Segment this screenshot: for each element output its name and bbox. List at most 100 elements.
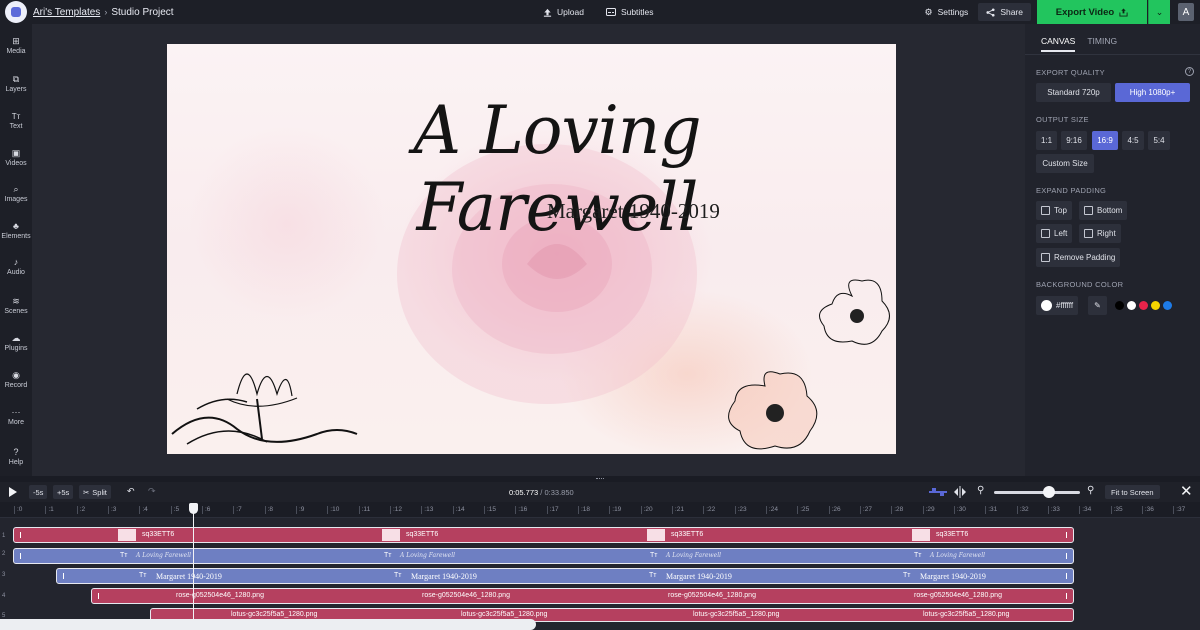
ruler-tick: :4: [139, 506, 148, 514]
text-type-icon: Tт: [120, 552, 128, 559]
panel-tabs: CANVAS TIMING: [1025, 24, 1200, 52]
clip-trim-handle[interactable]: [1066, 553, 1067, 559]
clip-trim-handle[interactable]: [1066, 573, 1067, 579]
breadcrumb: Ari's Templates › Studio Project: [33, 7, 174, 18]
tab-canvas[interactable]: CANVAS: [1041, 36, 1076, 52]
swatch-white[interactable]: [1127, 301, 1136, 310]
canvas-subtitle[interactable]: Margaret 1940-2019: [547, 199, 720, 224]
sidebar-item-videos[interactable]: ▣ Videos: [0, 148, 32, 168]
padding-right-checkbox[interactable]: Right: [1079, 224, 1121, 243]
ruler-tick: :10: [327, 506, 339, 514]
clip-title-text[interactable]: Tт A Loving Farewell Tт A Loving Farewel…: [13, 548, 1074, 564]
export-options-button[interactable]: ⌄: [1148, 0, 1170, 24]
sidebar-item-images[interactable]: ⌕ Images: [0, 183, 32, 204]
clip-trim-handle[interactable]: [20, 553, 21, 559]
clip-label: lotus-gc3c25f5a5_1280.png: [231, 611, 318, 618]
project-name[interactable]: Studio Project: [111, 7, 173, 18]
play-button[interactable]: [8, 486, 18, 500]
split-view-icon[interactable]: [953, 486, 967, 500]
sidebar-item-media[interactable]: ⊞ Media: [0, 35, 32, 56]
clip-trim-handle[interactable]: [20, 532, 21, 538]
upload-button[interactable]: Upload: [543, 7, 584, 17]
horizontal-scrollbar[interactable]: [0, 619, 536, 630]
clip-background-video[interactable]: sq33ETT6 sq33ETT6 sq33ETT6 sq33ETT6: [13, 527, 1074, 543]
share-button[interactable]: Share: [978, 3, 1031, 21]
images-icon: ⌕: [13, 183, 19, 194]
split-button[interactable]: ✂ Split: [79, 485, 111, 499]
layers-icon: ⧉: [12, 73, 20, 84]
ruler-tick: :31: [985, 506, 997, 514]
flower-line-art-bottom[interactable]: [715, 366, 830, 454]
clip-trim-handle[interactable]: [1066, 532, 1067, 538]
sidebar-item-text[interactable]: Tт Text: [0, 111, 32, 131]
quality-high-button[interactable]: High 1080p+: [1115, 83, 1190, 102]
breadcrumb-link[interactable]: Ari's Templates: [33, 7, 100, 18]
magnet-snap-icon[interactable]: [929, 487, 947, 499]
settings-button[interactable]: ⚙ Settings: [917, 7, 977, 18]
sidebar-item-elements[interactable]: ♣ Elements: [0, 221, 32, 240]
help-circle-icon[interactable]: ?: [1185, 67, 1194, 76]
zoom-out-icon[interactable]: ⚲: [977, 485, 984, 496]
clip-subtitle-text[interactable]: Tт Margaret 1940-2019 Tт Margaret 1940-2…: [56, 568, 1074, 584]
subtitles-button[interactable]: Subtitles: [605, 7, 654, 17]
ruler-tick: :8: [264, 506, 273, 514]
undo-icon[interactable]: ↶: [127, 486, 135, 497]
sidebar-item-layers[interactable]: ⧉ Layers: [0, 73, 32, 94]
swatch-yellow[interactable]: [1151, 301, 1160, 310]
text-type-icon: Tт: [139, 572, 147, 579]
playhead-handle[interactable]: [189, 503, 198, 514]
sidebar-item-label: Text: [9, 123, 23, 130]
sidebar-item-plugins[interactable]: ☁ Plugins: [0, 332, 32, 353]
export-video-button[interactable]: Export Video: [1037, 0, 1147, 24]
lotus-line-art[interactable]: [167, 334, 367, 454]
sidebar-item-audio[interactable]: ♪ Audio: [0, 257, 32, 276]
plugins-icon: ☁: [11, 332, 21, 343]
size-4-5-button[interactable]: 4:5: [1122, 131, 1144, 150]
sidebar-item-more[interactable]: ··· More: [0, 407, 32, 426]
zoom-slider[interactable]: [994, 491, 1080, 494]
sidebar-item-scenes[interactable]: ≋ Scenes: [0, 296, 32, 316]
redo-icon[interactable]: ↷: [148, 486, 156, 497]
zoom-slider-handle[interactable]: [1043, 486, 1055, 498]
swatch-red[interactable]: [1139, 301, 1148, 310]
flower-line-art-top[interactable]: [812, 276, 896, 366]
size-9-16-button[interactable]: 9:16: [1061, 131, 1087, 150]
seek-forward-button[interactable]: +5s: [53, 485, 74, 499]
clip-trim-handle[interactable]: [98, 593, 99, 599]
sidebar-item-help[interactable]: ? Help: [0, 447, 32, 466]
sidebar-item-label: Videos: [5, 160, 27, 167]
size-1-1-button[interactable]: 1:1: [1036, 131, 1057, 150]
playhead[interactable]: [193, 504, 194, 630]
ruler-tick: :23: [734, 506, 747, 514]
video-canvas[interactable]: A Loving Farewell Margaret 1940-2019: [167, 44, 896, 454]
remove-padding-checkbox[interactable]: Remove Padding: [1036, 248, 1121, 267]
clip-trim-handle[interactable]: [1066, 593, 1067, 599]
clip-rose-image[interactable]: rose-g052504e46_1280.png rose-g052504e46…: [91, 588, 1074, 604]
tab-timing[interactable]: TIMING: [1087, 36, 1117, 52]
fit-to-screen-button[interactable]: Fit to Screen: [1105, 485, 1160, 499]
clip-trim-handle[interactable]: [63, 573, 64, 579]
size-16-9-button[interactable]: 16:9: [1092, 131, 1118, 150]
eyedropper-button[interactable]: ✎: [1088, 296, 1107, 315]
quality-standard-button[interactable]: Standard 720p: [1036, 83, 1111, 102]
padding-bottom-checkbox[interactable]: Bottom: [1079, 201, 1128, 220]
padding-top-checkbox[interactable]: Top: [1036, 201, 1072, 220]
custom-size-button[interactable]: Custom Size: [1036, 154, 1094, 173]
avatar[interactable]: A: [1178, 3, 1194, 21]
seek-back-button[interactable]: -5s: [29, 485, 48, 499]
swatch-blue[interactable]: [1163, 301, 1172, 310]
ruler-tick: :25: [797, 506, 809, 514]
close-timeline-icon[interactable]: ✕: [1180, 482, 1193, 500]
timeline-ruler[interactable]: :0:1:2:3:4:5:6:7:8:9:10:11:12:13:14:15:1…: [0, 502, 1200, 518]
sidebar-item-record[interactable]: ◉ Record: [0, 370, 32, 390]
logo-icon[interactable]: [5, 1, 27, 23]
ruler-tick: :9: [295, 506, 304, 514]
zoom-in-icon[interactable]: ⚲: [1087, 485, 1094, 496]
media-icon: ⊞: [12, 35, 20, 46]
background-color-picker[interactable]: #ffffff: [1036, 296, 1079, 315]
swatch-black[interactable]: [1115, 301, 1124, 310]
size-5-4-button[interactable]: 5:4: [1148, 131, 1170, 150]
scissors-icon: ✂: [83, 487, 90, 497]
padding-left-checkbox[interactable]: Left: [1036, 224, 1073, 243]
subtitles-icon: [605, 8, 616, 16]
